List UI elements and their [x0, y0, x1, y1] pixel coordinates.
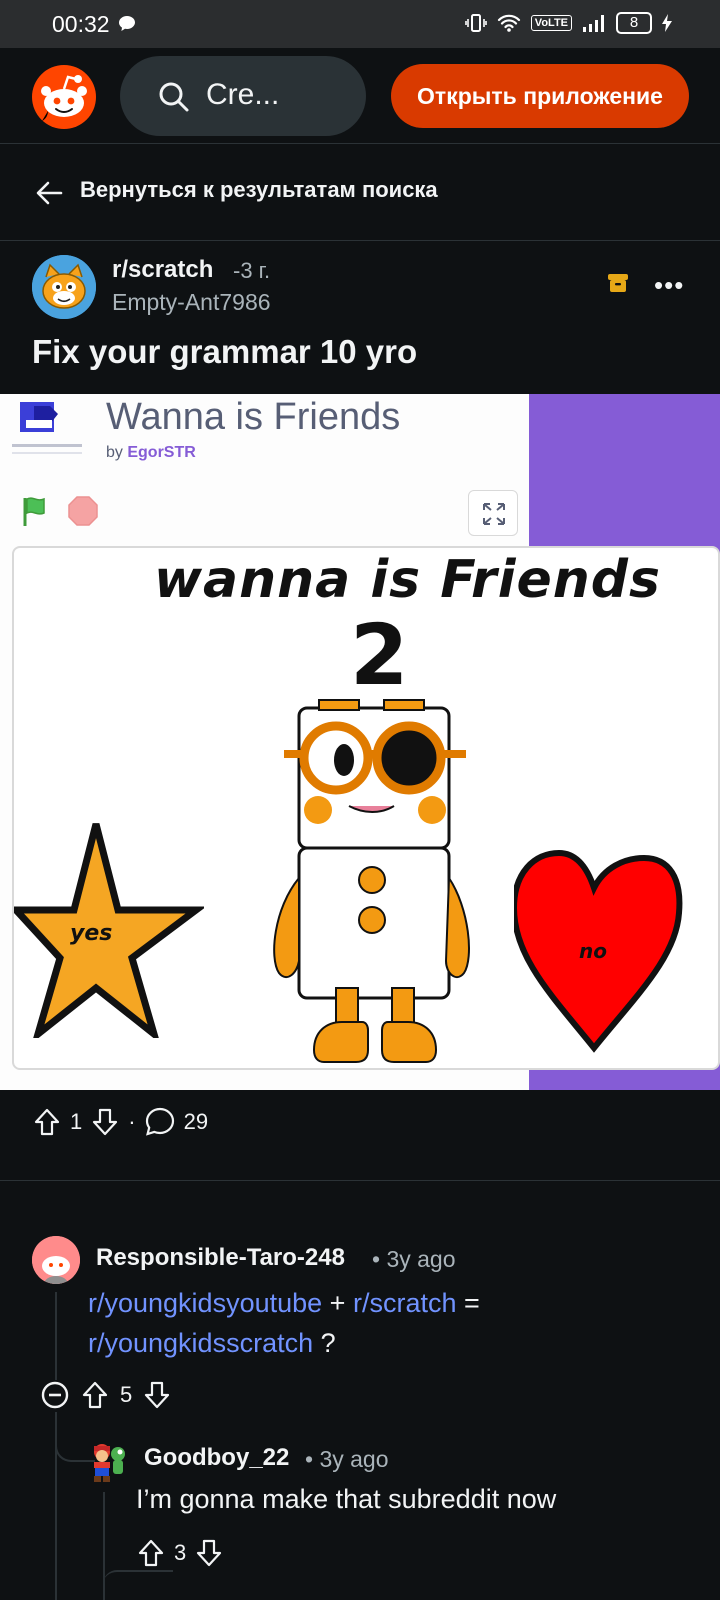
subreddit-avatar[interactable]: [32, 255, 96, 319]
open-app-button[interactable]: Открыть приложение: [391, 64, 689, 128]
signal-icon: [583, 15, 604, 32]
downvote-icon[interactable]: [90, 1107, 120, 1137]
post-actions: 1 · 29: [32, 1106, 208, 1138]
post-image[interactable]: Wanna is Friends by EgorSTR wanna is Fri…: [0, 394, 720, 1090]
status-time: 00:32: [52, 11, 110, 37]
vibrate-icon: [464, 14, 487, 32]
upvote-icon[interactable]: [32, 1107, 62, 1137]
comment-author[interactable]: Responsible-Taro-248: [96, 1244, 345, 1272]
commenter-avatar[interactable]: [32, 1236, 80, 1284]
subreddit-link[interactable]: r/scratch: [353, 1288, 457, 1318]
project-byline: by EgorSTR: [106, 444, 196, 462]
downvote-icon[interactable]: [142, 1380, 172, 1410]
comment-body: r/youngkidsyoutube + r/scratch = r/young…: [88, 1283, 688, 1363]
archive-icon: [608, 274, 628, 292]
separator-dot: ·: [128, 1109, 136, 1134]
back-to-results[interactable]: Вернуться к результатам поиска: [0, 145, 720, 241]
equals-text: =: [464, 1288, 480, 1318]
subreddit-link[interactable]: r/youngkidsscratch: [88, 1328, 313, 1358]
search-bar[interactable]: Cre...: [120, 56, 366, 136]
more-options-icon[interactable]: •••: [654, 270, 684, 301]
post-age: -3 г.: [233, 258, 271, 283]
comment-count: 29: [183, 1109, 209, 1134]
reddit-logo-icon[interactable]: [32, 65, 96, 129]
question-text: ?: [320, 1328, 336, 1358]
subreddit-name[interactable]: r/scratch: [112, 256, 213, 284]
search-query: Cre...: [206, 78, 280, 111]
battery-indicator: 8: [616, 12, 652, 34]
subreddit-link[interactable]: r/youngkidsyoutube: [88, 1288, 322, 1318]
status-bar: 00:32 VoLTE 8: [0, 0, 720, 48]
post-author[interactable]: Empty-Ant7986: [112, 289, 271, 316]
star-label: yes: [70, 921, 112, 946]
snoo-avatar-icon: [32, 1236, 80, 1284]
numberblock-two-sprite[interactable]: [264, 688, 474, 1070]
upvote-icon[interactable]: [80, 1380, 110, 1410]
comment-body: I’m gonna make that subreddit now: [136, 1484, 557, 1514]
search-icon: [159, 82, 189, 112]
downvote-icon[interactable]: [194, 1538, 224, 1568]
heart-label: no: [579, 939, 607, 963]
comment-time: • 3y ago: [372, 1246, 456, 1272]
charging-icon: [662, 14, 672, 32]
comment-actions: 5: [40, 1380, 172, 1410]
post-vote-count: 1: [70, 1109, 83, 1134]
system-icons: VoLTE 8: [464, 12, 672, 34]
collapse-thread-icon[interactable]: [40, 1380, 70, 1410]
back-arrow-icon: [36, 181, 63, 205]
section-divider: [0, 1180, 720, 1181]
comment-author[interactable]: Goodboy_22: [144, 1444, 289, 1472]
stop-icon[interactable]: [68, 496, 98, 526]
comment-time: • 3y ago: [305, 1446, 389, 1472]
chat-notification-icon: [119, 16, 135, 31]
comment-actions: 3: [136, 1538, 224, 1568]
upvote-icon[interactable]: [136, 1538, 166, 1568]
volte-badge: VoLTE: [530, 15, 572, 31]
star-yes-sprite[interactable]: yes: [14, 818, 204, 1038]
scratch-stage[interactable]: wanna is Friends 2 yes no: [12, 546, 720, 1070]
reply-connector: [103, 1570, 173, 1600]
heart-no-sprite[interactable]: no: [514, 848, 684, 1058]
scratch-cat-icon: [32, 255, 96, 319]
project-by-label: by: [106, 444, 123, 461]
comment-vote-count: 5: [120, 1382, 133, 1407]
project-title: Wanna is Friends: [106, 396, 401, 438]
app-header: Cre... Открыть приложение: [0, 48, 720, 144]
post-title: Fix your grammar 10 yro: [32, 333, 418, 370]
fullscreen-icon: [483, 503, 505, 525]
stage-title: wanna is Friends: [154, 550, 661, 610]
wifi-icon: [497, 14, 520, 32]
project-thumbnail-icon: [12, 402, 82, 454]
commenter-avatar[interactable]: [80, 1438, 128, 1486]
green-flag-icon[interactable]: [20, 494, 54, 528]
back-link-label: Вернуться к результатам поиска: [80, 177, 438, 202]
fullscreen-button[interactable]: [468, 490, 518, 536]
project-author[interactable]: EgorSTR: [127, 444, 195, 461]
comment-icon[interactable]: [144, 1106, 176, 1138]
plus-text: +: [329, 1288, 346, 1318]
thread-line: [55, 1292, 57, 1380]
comment-vote-count: 3: [174, 1540, 187, 1565]
